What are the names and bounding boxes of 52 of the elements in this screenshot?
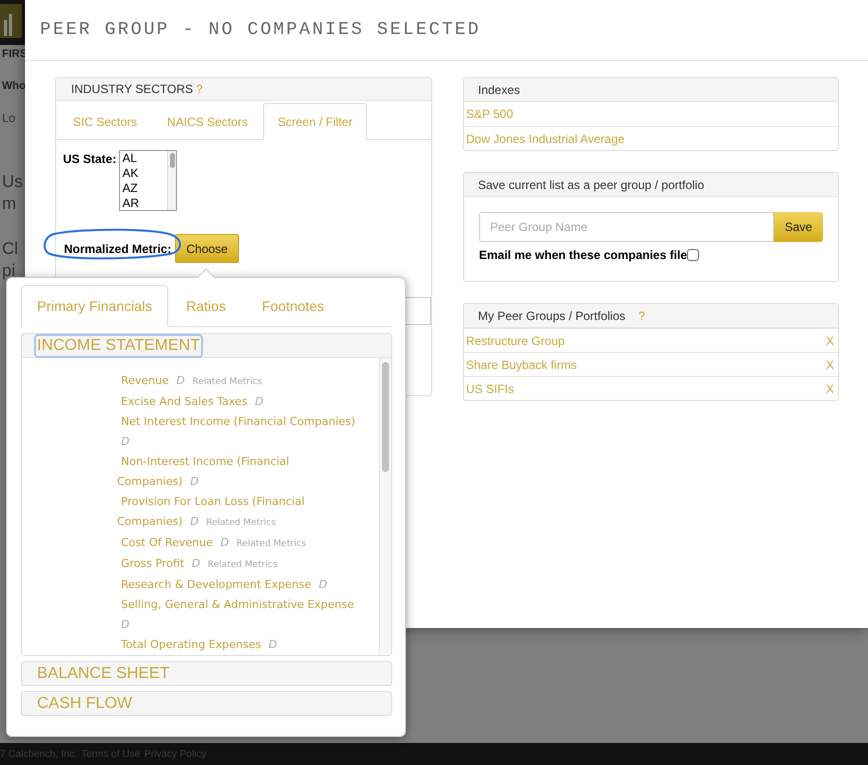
metric-tab[interactable]: Ratios (168, 285, 244, 327)
metric-item[interactable]: Non-Interest Income (Financial Companies) D (117, 452, 357, 492)
listbox-option[interactable]: AR (122, 196, 168, 211)
scrollbar-thumb[interactable] (382, 362, 389, 472)
metric-item[interactable]: Total Operating Expenses D (117, 635, 357, 655)
background-text: Us (2, 171, 23, 193)
panel-title: Indexes (464, 78, 838, 102)
metric-item[interactable]: Gross Profit D Related Metrics (117, 554, 357, 575)
metric-item[interactable]: Cost Of Revenue D Related Metrics (117, 533, 357, 554)
background-text: pi (2, 260, 16, 282)
background-text: Who (2, 79, 26, 93)
email-checkbox[interactable] (687, 249, 700, 261)
metric-item[interactable]: Research & Development Expense D (117, 575, 357, 595)
background-text: Lo (2, 111, 16, 125)
help-link[interactable]: ? (196, 80, 203, 98)
peer-group-link[interactable]: Restructure Group (466, 332, 565, 350)
metric-tab[interactable]: Primary Financials (21, 285, 168, 327)
metric-item[interactable]: Excise And Sales Taxes D (117, 392, 357, 412)
metric-item[interactable]: Selling, General & Administrative Expense D (117, 595, 357, 635)
remove-link[interactable]: X (826, 356, 834, 374)
background-text: Cl (2, 238, 18, 260)
panel-title: Save current list as a peer group / portfolio (464, 173, 838, 197)
save-button[interactable]: Save (774, 212, 823, 242)
listbox-option[interactable]: AZ (122, 181, 168, 196)
metric-tab[interactable]: Footnotes (244, 285, 342, 327)
checkbox-label: Email me when these companies file (479, 247, 688, 264)
modal-title: PEER GROUP - NO COMPANIES SELECTED (40, 18, 481, 42)
peer-group-link[interactable]: US SIFIs (466, 380, 514, 398)
remove-link[interactable]: X (826, 332, 834, 350)
metric-item[interactable]: Revenue D Related Metrics (117, 371, 357, 392)
peer-group-name-field[interactable]: Peer Group Name (479, 212, 774, 242)
section-header[interactable]: INCOME STATEMENT (36, 336, 201, 356)
peer-group-link[interactable]: Share Buyback firms (466, 356, 577, 374)
remove-link[interactable]: X (826, 380, 834, 398)
field-label: US State: (63, 151, 116, 168)
scrollbar-thumb[interactable] (170, 153, 175, 168)
choose-button[interactable]: Choose (175, 234, 239, 263)
panel-title: INDUSTRY SECTORS (71, 81, 194, 98)
listbox-option[interactable]: AK (122, 166, 168, 181)
sector-tab[interactable]: SIC Sectors (58, 103, 152, 140)
metric-item[interactable]: Net Interest Income (Financial Companies) D (117, 412, 357, 452)
index-link[interactable]: Dow Jones Industrial Average (466, 130, 625, 148)
background-text: m (2, 193, 16, 215)
index-link[interactable]: S&P 500 (466, 105, 514, 123)
help-link[interactable]: ? (638, 306, 646, 324)
listbox-option[interactable]: AL (122, 151, 168, 166)
sector-tab[interactable]: Screen / Filter (262, 103, 368, 140)
panel-title: My Peer Groups / Portfolios (478, 308, 626, 324)
field-label: Normalized Metric: (63, 240, 172, 258)
metric-item[interactable]: Provision For Loan Loss (Financial Companies) D Related Metrics (117, 492, 357, 533)
sector-tab[interactable]: NAICS Sectors (152, 103, 263, 140)
state-listbox[interactable]: AL AK AZ AR (119, 150, 178, 211)
